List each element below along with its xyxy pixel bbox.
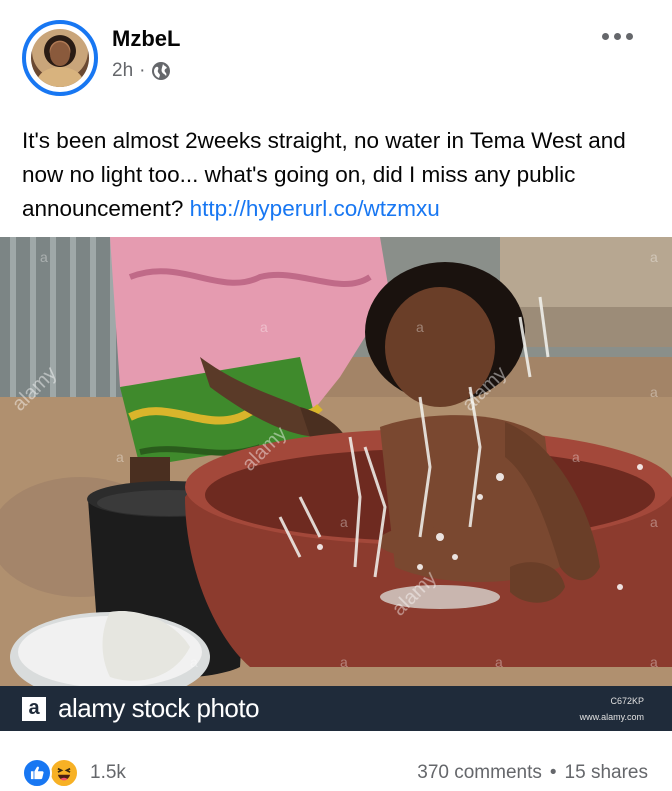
- post-footer: 1.5k 370 comments • 15 shares: [0, 744, 672, 791]
- post-stats: 370 comments • 15 shares: [417, 762, 648, 784]
- like-icon[interactable]: [22, 758, 52, 788]
- watermark: a: [495, 654, 503, 670]
- shares-count[interactable]: 15 shares: [565, 762, 648, 784]
- meta-separator: ·: [139, 60, 146, 81]
- image-code: C672KP: [610, 696, 644, 706]
- watermark: a: [650, 514, 658, 530]
- watermark: a: [340, 654, 348, 670]
- photo-illustration: a a a a a a a a a a a a a alamy alamy al…: [0, 237, 672, 731]
- author-name[interactable]: MzbeL: [112, 26, 180, 52]
- alamy-logo: a: [22, 697, 46, 721]
- watermark: a: [650, 654, 658, 670]
- haha-icon[interactable]: [49, 758, 79, 788]
- watermark: a: [260, 319, 268, 335]
- watermark: a: [340, 514, 348, 530]
- avatar-photo: [31, 29, 89, 87]
- watermark: a: [116, 449, 124, 465]
- author-avatar[interactable]: [22, 20, 98, 96]
- globe-icon[interactable]: [151, 61, 171, 81]
- post-body: It's been almost 2weeks straight, no wat…: [22, 124, 652, 226]
- watermark: a: [650, 249, 658, 265]
- post-photo[interactable]: a a a a a a a a a a a a a alamy alamy al…: [0, 237, 672, 731]
- banner-text: alamy stock photo: [58, 693, 260, 723]
- reaction-count[interactable]: 1.5k: [90, 762, 126, 784]
- watermark: a: [572, 449, 580, 465]
- watermark: a: [650, 384, 658, 400]
- post-link[interactable]: http://hyperurl.co/wtzmxu: [190, 196, 440, 221]
- watermark: a: [190, 654, 198, 670]
- watermark: a: [416, 319, 424, 335]
- post-time[interactable]: 2h: [112, 60, 133, 82]
- stock-photo-banner: a alamy stock photo C672KP www.alamy.com: [0, 686, 672, 731]
- comments-count[interactable]: 370 comments: [417, 762, 542, 784]
- watermark: a: [40, 249, 48, 265]
- avatar-body: [37, 67, 83, 87]
- avatar-face: [50, 42, 70, 66]
- stats-separator: •: [549, 762, 557, 783]
- banner-url: www.alamy.com: [579, 712, 644, 722]
- more-options-icon[interactable]: [602, 26, 638, 46]
- post-meta: 2h ·: [112, 60, 171, 82]
- post-header: MzbeL 2h ·: [0, 0, 672, 110]
